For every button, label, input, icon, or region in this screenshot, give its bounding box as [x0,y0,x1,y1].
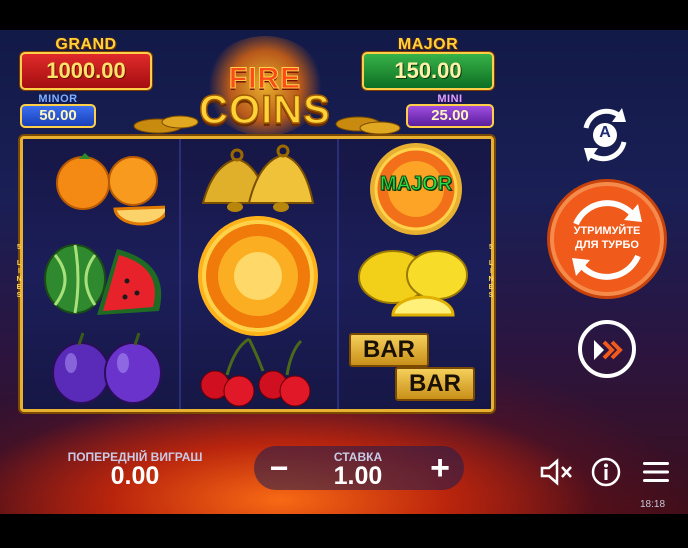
reel-divider [179,139,181,409]
fast-forward-icon [594,340,623,360]
reels-area: MAJOR BAR BAR [20,136,494,412]
turbo-label-line2: ДЛЯ ТУРБО [575,239,639,251]
cherry-icon [200,337,311,407]
bar-icon: BAR [395,367,475,401]
spin-turbo-button[interactable]: УТРИМУЙТЕ ДЛЯ ТУРБО [550,182,664,296]
increase-bet-button[interactable]: + [422,448,458,488]
fire-coin-icon [198,216,318,336]
sound-muted-icon[interactable] [540,458,574,486]
grand-jackpot-value: 1000.00 [20,52,152,90]
clock: 18:18 [640,499,666,510]
menu-icon[interactable] [642,460,670,484]
bet-value: 1.00 [333,462,383,490]
major-jackpot-value: 150.00 [362,52,494,90]
quick-spin-button[interactable] [578,320,636,378]
major-coin-text: MAJOR [379,173,453,196]
minor-jackpot-value: 50.00 [20,104,96,128]
last-win-value: 0.00 [110,462,160,490]
watermelon-icon [44,244,162,315]
plum-icon [52,332,162,404]
turbo-label-line1: УТРИМУЙТЕ [573,225,641,237]
info-icon[interactable] [590,456,622,488]
logo-coins-text: COINS [198,87,331,133]
autoplay-letter: A [599,124,611,141]
orange-icon [56,153,165,226]
bell-icon [201,144,315,212]
decrease-bet-button[interactable]: − [262,448,296,488]
bottom-black-bar [0,514,688,548]
mini-jackpot-value: 25.00 [406,104,494,128]
lines-indicator-right: 5 LINES [488,244,494,299]
bar-icon: BAR [349,333,429,367]
lemon-icon [358,250,468,317]
reel-divider [337,139,339,409]
lines-indicator-left: 5 LINES [16,244,22,299]
